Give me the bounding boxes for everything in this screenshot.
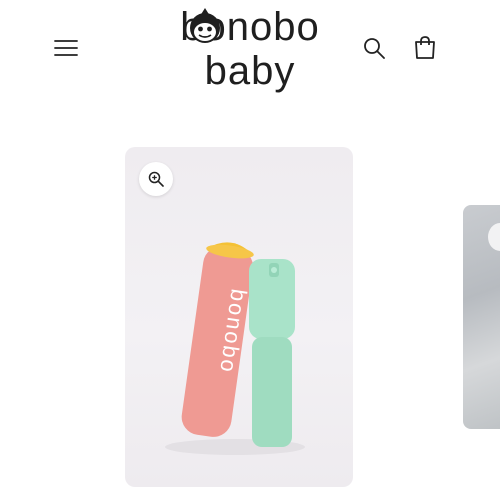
next-product-image-preview[interactable]: [463, 205, 500, 429]
site-header: bonobo baby: [0, 0, 500, 100]
product-gallery: bonobo: [0, 145, 500, 490]
product-main-image[interactable]: bonobo: [125, 147, 353, 487]
search-button[interactable]: [360, 34, 388, 62]
search-icon: [364, 38, 385, 59]
hamburger-menu-icon: [54, 40, 78, 56]
zoom-button[interactable]: [139, 162, 173, 196]
preview-highlight: [488, 223, 500, 251]
cart-button[interactable]: [410, 33, 440, 63]
pink-bottle: bonobo: [181, 242, 254, 437]
logo-line-2: baby: [205, 49, 296, 93]
product-photo: bonobo: [165, 242, 305, 455]
cart-bag-icon: [415, 36, 435, 59]
menu-button[interactable]: [52, 34, 80, 62]
zoom-in-icon: [148, 171, 164, 187]
mint-bottle: [249, 259, 295, 447]
brand-logo[interactable]: bonobo baby: [158, 4, 342, 94]
